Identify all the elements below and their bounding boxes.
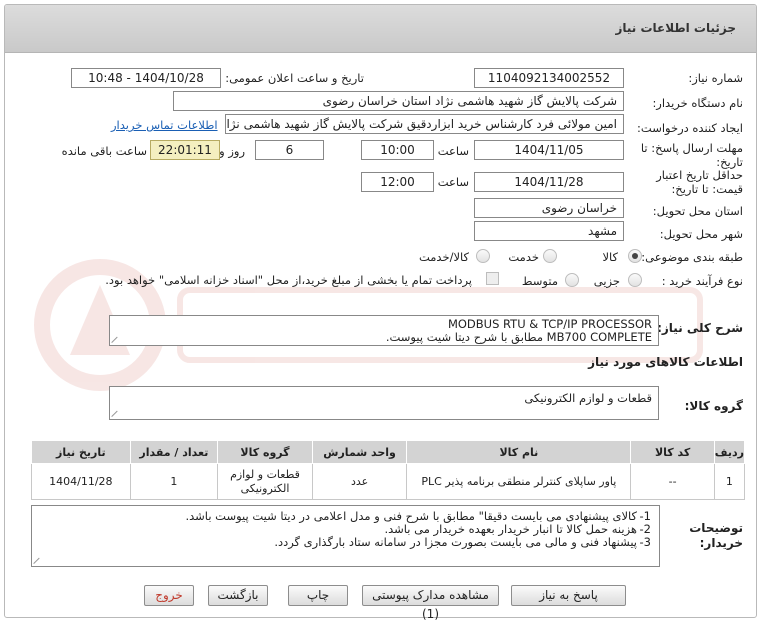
note-text: کالای پیشنهادی می بایست دقیقا" مطابق با … — [185, 509, 637, 523]
subject-service-radio[interactable] — [543, 249, 557, 263]
process-medium-label: متوسط — [521, 274, 558, 288]
resize-grip-icon[interactable] — [34, 557, 41, 564]
response-deadline-label-2: تاریخ: — [716, 155, 743, 169]
note-text: پیشنهاد فنی و مالی می بایست بصورت مجزا د… — [274, 535, 637, 549]
col-header-code: کد کالا — [630, 440, 715, 464]
col-header-date: تاریخ نیاز — [31, 440, 131, 464]
subject-goods-service-radio[interactable] — [476, 249, 490, 263]
days-field: 6 — [255, 140, 324, 160]
buyer-org-field: شرکت پالایش گاز شهید هاشمی نژاد استان خر… — [173, 91, 624, 111]
treasury-payment-note: پرداخت تمام یا بخشی از مبلغ خرید،از محل … — [105, 273, 472, 287]
response-time-label: ساعت — [437, 144, 469, 158]
cell-group: قطعات و لوازم الکترونیکی — [217, 463, 313, 500]
cell-qty: 1 — [129, 463, 219, 500]
price-validity-label-2: قیمت: تا تاریخ: — [671, 182, 743, 196]
price-validity-date-field: 1404/11/28 — [474, 172, 624, 192]
summary-textarea[interactable]: MODBUS RTU & TCP/IP PROCESSOR MB700 COMP… — [109, 315, 659, 346]
items-table: ردیف کد کالا نام کالا واحد شمارش گروه کا… — [31, 440, 746, 500]
cell-code: -- — [630, 463, 715, 500]
note-number: 3- — [639, 535, 651, 549]
need-number-label: شماره نیاز: — [688, 71, 743, 85]
subject-goods-service-label: کالا/خدمت — [418, 250, 469, 264]
delivery-city-field: مشهد — [474, 221, 624, 241]
col-header-unit: واحد شمارش — [311, 440, 408, 464]
table-header-row: ردیف کد کالا نام کالا واحد شمارش گروه کا… — [31, 440, 746, 464]
list-item: 3- پیشنهاد فنی و مالی می بایست بصورت مجزا… — [38, 536, 651, 549]
delivery-province-field: خراسان رضوی — [474, 198, 624, 218]
process-minor-label: جزیی — [593, 274, 620, 288]
buyer-notes-textarea[interactable]: 1- کالای پیشنهادی می بایست دقیقا" مطابق ب… — [31, 505, 660, 567]
goods-group-label: گروه کالا: — [684, 399, 743, 413]
resize-grip-icon[interactable] — [112, 336, 119, 343]
price-validity-time-field: 12:00 — [361, 172, 434, 192]
buyer-contact-link[interactable]: اطلاعات تماس خریدار — [111, 118, 218, 132]
exit-button[interactable]: خروج — [144, 585, 194, 606]
summary-label: شرح کلی نیاز: — [657, 321, 743, 335]
buyer-notes-label-2: خریدار: — [699, 536, 743, 550]
cell-date: 1404/11/28 — [31, 463, 131, 500]
col-header-row: ردیف — [713, 440, 746, 464]
print-button[interactable]: چاپ — [288, 585, 348, 606]
treasury-payment-checkbox[interactable] — [486, 272, 499, 285]
remaining-time-field: 22:01:11 — [150, 140, 220, 160]
panel-title: جزئیات اطلاعات نیاز — [615, 21, 736, 35]
process-medium-radio[interactable] — [565, 273, 579, 287]
cell-row: 1 — [713, 463, 746, 500]
remaining-time-label: ساعت باقی مانده — [61, 144, 147, 158]
process-minor-radio[interactable] — [628, 273, 642, 287]
response-deadline-label-1: مهلت ارسال پاسخ: تا — [640, 141, 743, 155]
need-number-field: 1104092134002552 — [474, 68, 624, 88]
subject-service-label: خدمت — [508, 250, 539, 264]
requester-field: امین مولائی فرد کارشناس خرید ابزاردقیق ش… — [225, 114, 624, 134]
goods-info-heading: اطلاعات کالاهای مورد نیاز — [588, 355, 743, 369]
buyer-notes-label-1: توضیحات — [689, 521, 743, 535]
price-validity-time-label: ساعت — [437, 175, 469, 189]
view-attachments-button[interactable]: مشاهده مدارک پیوستی (1) — [362, 585, 499, 621]
purchase-process-label: نوع فرآیند خرید : — [661, 274, 743, 288]
goods-group-textarea[interactable]: قطعات و لوازم الکترونیکی — [109, 386, 659, 420]
subject-class-label: طبقه بندی موضوعی: — [641, 250, 743, 264]
back-button[interactable]: بازگشت — [208, 585, 268, 606]
respond-button[interactable]: پاسخ به نیاز — [511, 585, 626, 606]
panel-title-bar: جزئیات اطلاعات نیاز — [5, 5, 756, 53]
requester-label: ایجاد کننده درخواست: — [637, 121, 743, 135]
note-text: هزینه حمل کالا تا انبار خریدار بعهده خری… — [384, 522, 637, 536]
table-row[interactable]: 1 -- پاور ساپلای کنترلر منطقی برنامه پذی… — [31, 463, 746, 500]
cell-unit: عدد — [311, 463, 408, 500]
goods-group-value: قطعات و لوازم الکترونیکی — [524, 391, 652, 405]
col-header-group: گروه کالا — [217, 440, 313, 464]
resize-grip-icon[interactable] — [112, 410, 119, 417]
buyer-org-label: نام دستگاه خریدار: — [652, 96, 743, 110]
delivery-city-label: شهر محل تحویل: — [659, 227, 743, 241]
days-label: روز و — [219, 144, 245, 158]
col-header-qty: تعداد / مقدار — [129, 440, 219, 464]
announce-datetime-field: 1404/10/28 - 10:48 — [71, 68, 221, 88]
subject-goods-radio[interactable] — [628, 249, 642, 263]
col-header-name: نام کالا — [406, 440, 632, 464]
delivery-province-label: استان محل تحویل: — [652, 204, 743, 218]
price-validity-label-1: حداقل تاریخ اعتبار — [656, 168, 743, 182]
subject-goods-label: کالا — [602, 250, 618, 264]
buyer-notes-list: 1- کالای پیشنهادی می بایست دقیقا" مطابق ب… — [38, 510, 651, 549]
response-date-field: 1404/11/05 — [474, 140, 624, 160]
cell-name: پاور ساپلای کنترلر منطقی برنامه پذیر PLC — [406, 463, 632, 500]
announce-datetime-label: تاریخ و ساعت اعلان عمومی: — [225, 71, 364, 85]
summary-line-2: MB700 COMPLETE مطابق با شرح دیتا شیت پیو… — [385, 330, 652, 344]
response-time-field: 10:00 — [361, 140, 434, 160]
